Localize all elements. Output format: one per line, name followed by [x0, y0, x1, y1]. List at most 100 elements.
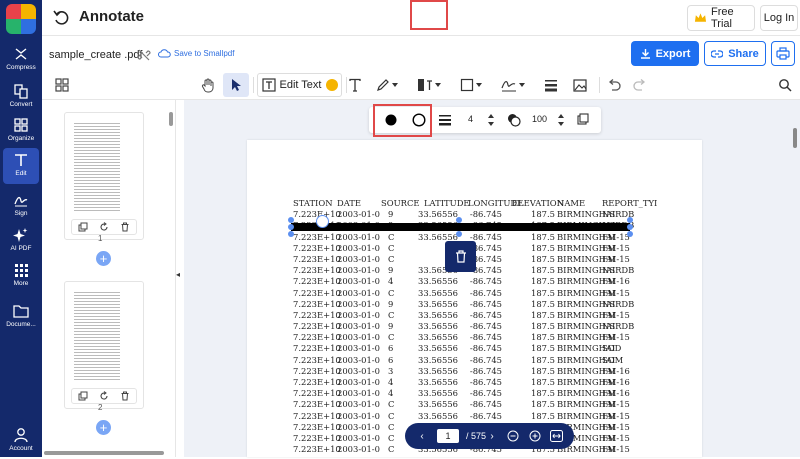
stroke-width-icon: [439, 115, 451, 126]
resize-handle[interactable]: [627, 224, 633, 230]
rail-item-account[interactable]: Account: [0, 423, 42, 459]
selected-line-annotation[interactable]: [291, 223, 630, 231]
rail-item-label: Convert: [9, 101, 33, 108]
insert-image-button[interactable]: [567, 73, 593, 97]
undo-button[interactable]: [602, 73, 626, 97]
export-button[interactable]: Export: [631, 41, 699, 66]
rotate-icon[interactable]: [99, 222, 109, 232]
rotate-handle-icon[interactable]: [316, 215, 329, 228]
rotate-icon[interactable]: [99, 391, 109, 401]
undo-back-icon[interactable]: [52, 9, 70, 27]
sidebar-horizontal-scrollbar[interactable]: [44, 451, 164, 455]
zoom-out-icon[interactable]: [507, 430, 519, 442]
add-page-button[interactable]: +: [96, 251, 111, 266]
table-row: 7.223E+102003-01-0933.56556-86.745187.5B…: [293, 209, 653, 220]
table-cell: 33.56556: [418, 276, 458, 287]
table-row: 7.223E+10 2003-01-0 6 33.56556 -86.745 187.5 B…: [293, 343, 653, 354]
highlight-tool-button[interactable]: [413, 73, 447, 97]
rail-item-organize[interactable]: Organize: [0, 113, 42, 149]
rail-item-label: Account: [9, 445, 33, 452]
table-cell: FM-15: [602, 444, 630, 455]
rail-item-more[interactable]: More: [0, 258, 42, 294]
collapse-sidebar-icon[interactable]: ◂: [176, 270, 184, 290]
delete-annotation-button[interactable]: [445, 241, 476, 272]
edit-text-button[interactable]: Edit Text: [257, 73, 342, 97]
duplicate-icon[interactable]: [78, 222, 88, 232]
table-cell: -86.745: [469, 388, 502, 399]
search-button[interactable]: [773, 73, 797, 97]
rail-item-compress[interactable]: Compress: [0, 42, 42, 78]
table-cell: -86.745: [469, 287, 502, 298]
table-cell: FM-15: [602, 432, 630, 443]
table-cell: 7.223E+10: [293, 253, 341, 264]
select-tool-button[interactable]: [223, 73, 249, 97]
table-cell: -86.745: [469, 365, 502, 376]
resize-handle[interactable]: [288, 224, 294, 230]
resize-handle[interactable]: [627, 217, 633, 223]
line-style-button[interactable]: [538, 73, 564, 97]
login-button[interactable]: Log In: [760, 5, 798, 31]
table-cell: FM-15: [602, 421, 630, 432]
add-page-button[interactable]: +: [96, 420, 111, 435]
print-button[interactable]: [771, 41, 795, 66]
signature-tool-button[interactable]: [497, 73, 531, 97]
shape-tool-button[interactable]: [455, 73, 489, 97]
table-header-cell: SOURCE: [381, 198, 420, 208]
rail-item-convert[interactable]: Convert: [0, 79, 42, 115]
table-cell: 187.5: [531, 377, 555, 387]
text-tool-button[interactable]: [342, 73, 368, 97]
rail-item-edit[interactable]: Edit: [3, 148, 39, 184]
save-to-smallpdf-link[interactable]: Save to Smallpdf: [158, 49, 234, 58]
table-cell: 33.56556: [418, 298, 458, 309]
resize-handle[interactable]: [627, 231, 633, 237]
thumbnails-toggle-button[interactable]: [50, 73, 74, 97]
table-cell: 7.223E+10: [293, 332, 341, 343]
thumbnail-preview: [74, 292, 120, 382]
resize-handle[interactable]: [456, 217, 462, 223]
resize-handle[interactable]: [456, 231, 462, 237]
sidebar-scrollbar[interactable]: [169, 112, 173, 126]
pan-tool-button[interactable]: [195, 73, 221, 97]
annotation-toolbar: Edit Text: [42, 70, 800, 100]
duplicate-shape-icon[interactable]: [577, 113, 589, 125]
share-button[interactable]: Share: [704, 41, 766, 66]
table-cell: 187.5: [531, 209, 555, 220]
trash-icon[interactable]: [120, 391, 130, 401]
prev-page-chevron-icon[interactable]: ‹: [415, 423, 429, 449]
canvas-scrollbar[interactable]: [793, 128, 797, 148]
resize-handle[interactable]: [288, 231, 294, 237]
redo-button[interactable]: [628, 73, 652, 97]
table-cell: 187.5: [531, 298, 555, 309]
free-trial-button[interactable]: Free Trial: [687, 5, 755, 31]
square-shape-icon: [460, 78, 474, 92]
stepper-arrows-icon[interactable]: [557, 113, 565, 127]
table-cell: FM-15: [602, 399, 630, 410]
page-thumbnail[interactable]: [64, 112, 144, 240]
opacity-value[interactable]: 100: [532, 114, 547, 124]
table-row: 7.223E+10 2003-01-0 4 33.56556 -86.745 187.5 B…: [293, 377, 653, 388]
trash-icon[interactable]: [120, 222, 130, 232]
file-name[interactable]: sample_create .pdf: [49, 49, 143, 61]
page-thumbnail[interactable]: [64, 281, 144, 409]
next-page-chevron-icon[interactable]: ›: [485, 423, 499, 449]
rail-item-sign[interactable]: Sign: [0, 188, 42, 224]
resize-handle[interactable]: [288, 217, 294, 223]
stepper-arrows-icon[interactable]: [487, 113, 495, 127]
page-number-input[interactable]: 1: [437, 429, 459, 443]
fit-width-icon[interactable]: [550, 430, 563, 442]
rail-item-ai-pdf[interactable]: AI PDF: [0, 223, 42, 259]
redo-icon: [633, 79, 646, 91]
table-cell: 7.223E+10: [293, 265, 341, 276]
zoom-in-icon[interactable]: [529, 430, 541, 442]
unlink-icon[interactable]: [137, 48, 151, 62]
draw-tool-button[interactable]: [371, 73, 405, 97]
duplicate-icon[interactable]: [78, 391, 88, 401]
table-cell: -86.745: [469, 298, 502, 309]
table-cell: 9: [388, 321, 394, 332]
table-row: 7.223E+102003-01-0C33.56556-86.745187.5B…: [293, 399, 653, 410]
cloud-icon: [158, 49, 171, 58]
stroke-width-value[interactable]: 4: [468, 114, 473, 124]
rail-item-documents[interactable]: Docume...: [0, 299, 42, 335]
app-logo[interactable]: [6, 4, 36, 34]
table-cell: C: [388, 309, 395, 320]
